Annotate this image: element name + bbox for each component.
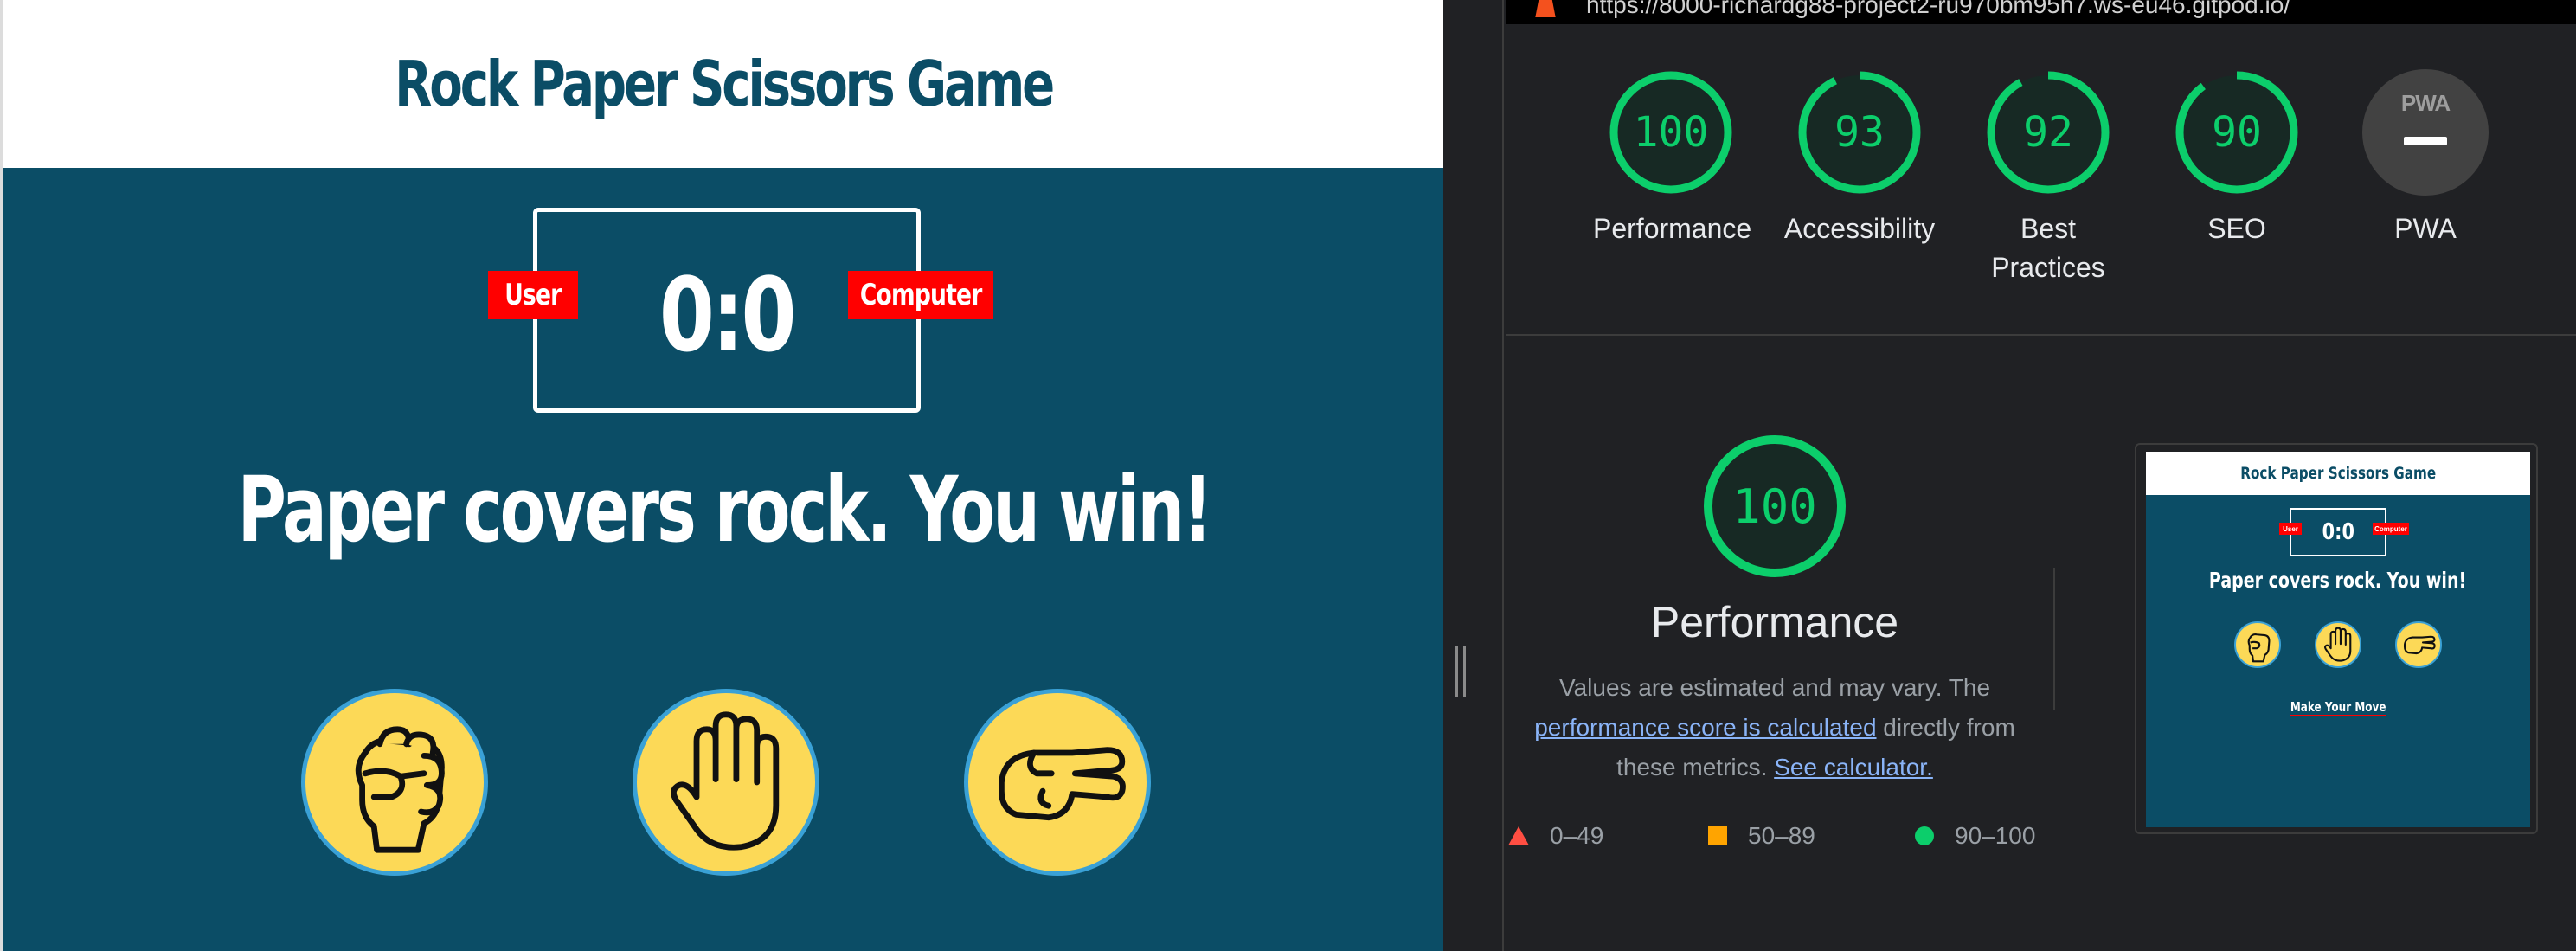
pwa-icon: PWA [2400,90,2451,116]
game-title: Rock Paper Scissors Game [395,48,1055,120]
thumbnail-header: Rock Paper Scissors Game [2146,452,2530,495]
computer-label: Computer [848,271,993,319]
legend-fail-label: 0–49 [1550,822,1604,849]
legend-pass: 90–100 [1915,822,2035,850]
thumbnail-make-move: Make Your Move [2146,699,2530,716]
gauge-score: 93 [1834,108,1885,157]
fist-icon [2247,633,2271,663]
thumbnail-score: 0:0 [2322,519,2354,545]
scissors-hand-icon [2403,635,2436,655]
gauge-label: Performance [1593,213,1752,244]
computer-label-text: Computer [859,278,982,312]
open-hand-icon [2324,627,2352,662]
description-text: Values are estimated and may vary. The [1558,674,1991,701]
section-divider [1506,334,2576,336]
legend-average-label: 50–89 [1748,822,1815,849]
gauge-label: Accessibility [1783,213,1936,244]
see-calculator-link[interactable]: See calculator. [1774,754,1933,781]
performance-detail-gauge: 100 [1701,433,1848,580]
scissors-button[interactable] [964,689,1151,876]
circle-icon [1915,826,1934,845]
user-label: User [488,271,578,319]
thumbnail-rock [2234,621,2281,668]
result-message: Paper covers rock. You win! [3,457,1443,562]
splitter-drag-handle[interactable] [1455,646,1466,697]
gauge-score: 92 [2023,108,2073,157]
thumbnail-paper [2315,621,2361,668]
gauge-pwa[interactable]: PWA PWA [2348,69,2503,248]
gauge-label: SEO [2207,213,2266,244]
lighthouse-report: https://8000-richardg88-project2-ru970bm… [1506,0,2576,951]
gauge-performance[interactable]: 100 Performance [1593,69,1752,248]
result-text: Paper covers rock. You win! [237,457,1212,562]
performance-description: Values are estimated and may vary. The p… [1506,668,2043,787]
screenshot-thumbnail[interactable]: Rock Paper Scissors Game 0:0 User Comput… [2135,443,2538,834]
pwa-badge: PWA [2362,69,2489,196]
game-header: Rock Paper Scissors Game [3,0,1443,168]
game-page: Rock Paper Scissors Game 0:0 User Comput… [0,0,1443,951]
gauge-score: 100 [1633,108,1709,157]
panel-splitter [1443,0,1504,951]
report-url: https://8000-richardg88-project2-ru970bm… [1506,0,2576,24]
gauge-seo[interactable]: 90 SEO [2159,69,2315,248]
pwa-dash-icon [2404,137,2447,145]
thumbnail-result: Paper covers rock. You win! [2146,568,2530,593]
triangle-icon [1508,826,1529,845]
thumbnail-title: Rock Paper Scissors Game [2240,464,2436,483]
thumbnail-computer-label: Computer [2373,523,2409,535]
fist-icon [355,726,445,853]
score-calculated-link[interactable]: performance score is calculated [1534,714,1876,741]
open-hand-icon [671,711,780,851]
legend-average: 50–89 [1708,822,1815,850]
performance-detail-title: Performance [1650,598,1899,646]
thumbnail-make-move-text: Make Your Move [2290,699,2386,716]
score-display: 0:0 [659,254,797,375]
gauge-ring: 93 [1796,69,1923,196]
legend-fail: 0–49 [1508,822,1603,850]
gauge-label: PWA [2394,213,2457,244]
legend-pass-label: 90–100 [1955,822,2036,849]
gauge-ring: 90 [2174,69,2300,196]
gauge-accessibility[interactable]: 93 Accessibility [1782,69,1937,248]
performance-detail-score: 100 [1732,479,1817,534]
thumbnail-page: Rock Paper Scissors Game 0:0 User Comput… [2146,452,2530,827]
thumbnail-scissors [2395,621,2442,668]
vertical-divider [2053,568,2055,710]
gauge-score: 90 [2212,108,2262,157]
scissors-hand-icon [999,747,1126,821]
gauge-label: Best Practices [1991,213,2105,283]
gauge-ring: 92 [1985,69,2111,196]
gauge-best-practices[interactable]: 92 Best Practices [1970,69,2126,287]
rock-button[interactable] [301,689,488,876]
paper-button[interactable] [633,689,819,876]
gauge-ring: 100 [1608,69,1734,196]
user-label-text: User [504,278,562,312]
thumbnail-result-text: Paper covers rock. You win! [2209,568,2467,593]
square-icon [1708,826,1727,845]
thumbnail-user-label: User [2279,523,2302,535]
